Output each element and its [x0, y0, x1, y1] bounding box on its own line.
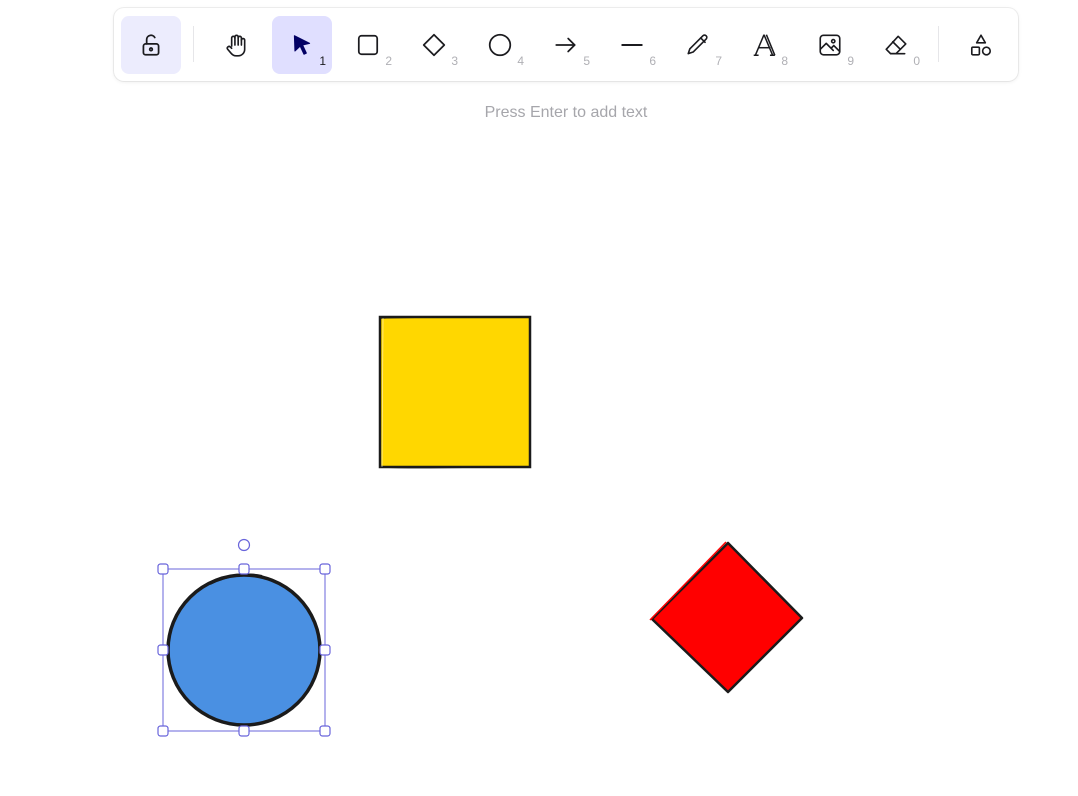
- yellow-rectangle-shape[interactable]: [378, 315, 532, 469]
- resize-handle-ne[interactable]: [319, 563, 331, 575]
- whiteboard-canvas[interactable]: 1 2 3 4 5 6 7 8 9 0 Press Enter to add t…: [0, 0, 1078, 796]
- blue-ellipse-shape[interactable]: [166, 573, 322, 727]
- resize-handle-e[interactable]: [319, 644, 331, 656]
- resize-handle-w[interactable]: [157, 644, 169, 656]
- resize-handle-n[interactable]: [238, 563, 250, 575]
- resize-handle-nw[interactable]: [157, 563, 169, 575]
- resize-handle-sw[interactable]: [157, 725, 169, 737]
- rotate-handle[interactable]: [237, 538, 251, 552]
- red-diamond-shape[interactable]: [649, 541, 804, 694]
- resize-handle-s[interactable]: [238, 725, 250, 737]
- resize-handle-se[interactable]: [319, 725, 331, 737]
- shapes-layer: [157, 315, 804, 737]
